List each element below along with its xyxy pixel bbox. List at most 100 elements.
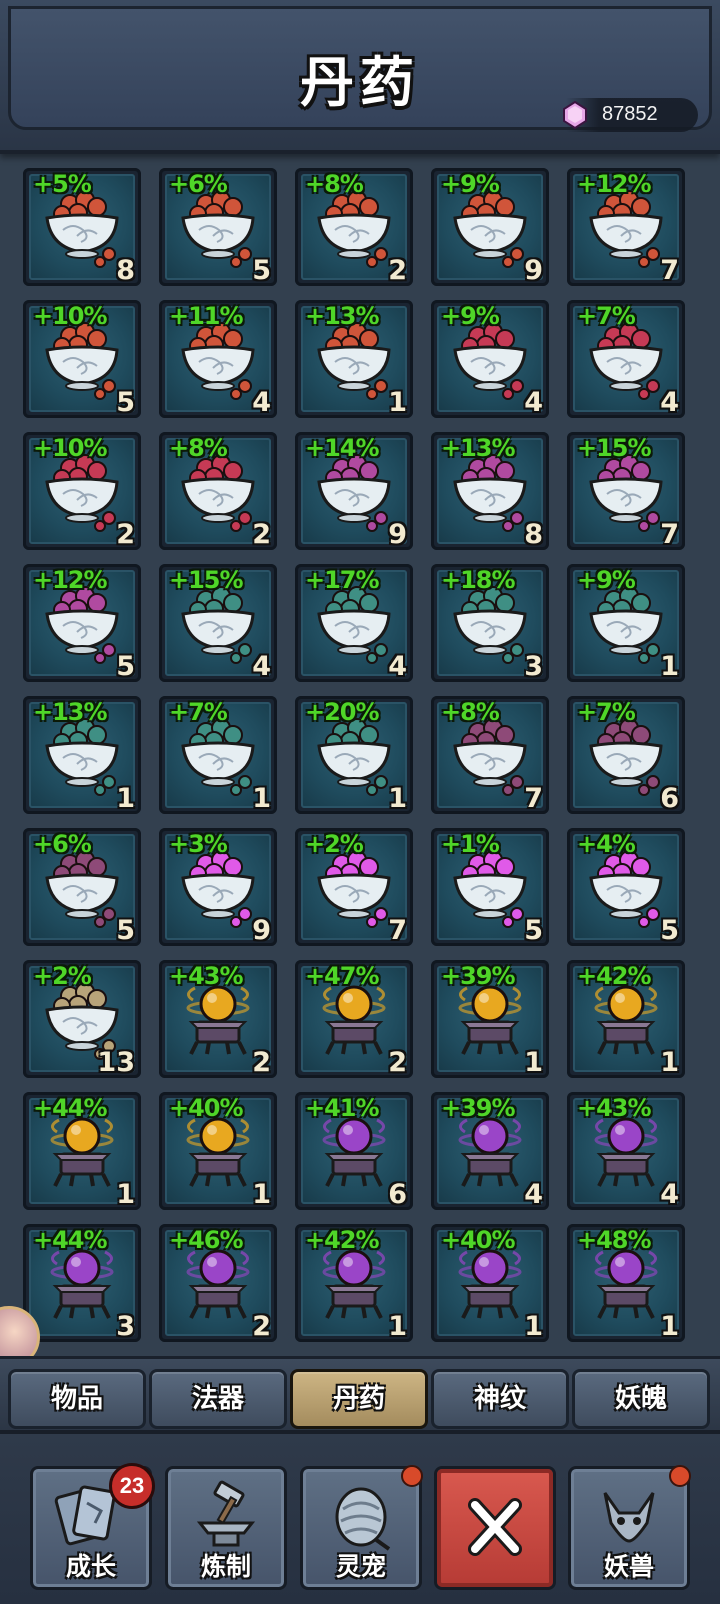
notification-dot [401,1465,423,1487]
pill-slot[interactable]: +41% 6 [295,1092,413,1210]
pill-slot[interactable]: +11% 4 [159,300,277,418]
pill-slot[interactable]: +47% 2 [295,960,413,1078]
nav-button-4[interactable]: 妖兽 [568,1465,691,1590]
nav-label: 妖兽 [603,1552,654,1581]
pill-bonus: +1% [441,830,500,858]
pill-slot[interactable]: +7% 4 [567,300,685,418]
pill-bonus: +18% [441,566,516,594]
nav-label: 灵宠 [335,1552,386,1581]
pill-slot[interactable]: +43% 2 [159,960,277,1078]
pill-slot[interactable]: +8% 2 [295,168,413,286]
pill-bonus: +15% [169,566,244,594]
pill-count: 8 [524,519,543,550]
pill-slot[interactable]: +1% 5 [431,828,549,946]
currency-display: 87852 [563,98,698,132]
pill-slot[interactable]: +8% 2 [159,432,277,550]
pill-slot[interactable]: +9% 4 [431,300,549,418]
pill-slot[interactable]: +12% 7 [567,168,685,286]
pill-slot[interactable]: +39% 1 [431,960,549,1078]
pill-slot[interactable]: +42% 1 [295,1224,413,1342]
pill-slot[interactable]: +48% 1 [567,1224,685,1342]
pill-bonus: +8% [441,698,500,726]
pill-count: 1 [388,1311,407,1342]
pill-slot[interactable]: +40% 1 [431,1224,549,1342]
tab-3[interactable]: 神纹 [431,1369,569,1429]
pill-slot[interactable]: +4% 5 [567,828,685,946]
pill-slot[interactable]: +44% 3 [23,1224,141,1342]
pill-count: 7 [660,519,679,550]
pill-count: 9 [524,255,543,286]
pill-count: 3 [524,651,543,682]
pill-slot[interactable]: +13% 8 [431,432,549,550]
pill-count: 1 [388,387,407,418]
pill-slot[interactable]: +39% 4 [431,1092,549,1210]
tab-0[interactable]: 物品 [8,1369,146,1429]
purple-gem-icon [563,101,587,129]
pill-count: 1 [524,1311,543,1342]
anvil-hammer-icon [186,1479,266,1553]
pill-slot[interactable]: +18% 3 [431,564,549,682]
pill-bonus: +6% [33,830,92,858]
close-icon [455,1491,535,1565]
pill-slot[interactable]: +44% 1 [23,1092,141,1210]
pill-bonus: +12% [577,170,652,198]
nav-button-2[interactable]: 灵宠 [300,1465,423,1590]
pill-slot[interactable]: +14% 9 [295,432,413,550]
pill-bonus: +44% [33,1226,108,1254]
tab-4[interactable]: 妖魄 [572,1369,710,1429]
pill-bonus: +2% [305,830,364,858]
tab-2[interactable]: 丹药 [290,1369,428,1429]
pill-slot[interactable]: +7% 6 [567,696,685,814]
pill-count: 4 [660,1179,679,1210]
pill-count: 4 [524,387,543,418]
pill-slot[interactable]: +40% 1 [159,1092,277,1210]
pill-bonus: +40% [441,1226,516,1254]
nav-button-1[interactable]: 炼制 [165,1466,287,1590]
pill-count: 4 [252,651,271,682]
pill-slot[interactable]: +2% 13 [23,960,141,1078]
nav-label: 成长 [65,1552,116,1581]
pill-slot[interactable]: +3% 9 [159,828,277,946]
close-button[interactable] [434,1466,556,1590]
pill-slot[interactable]: +5% 8 [23,168,141,286]
pill-slot[interactable]: +6% 5 [159,168,277,286]
pill-count: 3 [116,1311,135,1342]
pill-bonus: +4% [577,830,636,858]
pill-count: 4 [660,387,679,418]
pill-slot[interactable]: +42% 1 [567,960,685,1078]
pill-slot[interactable]: +7% 1 [159,696,277,814]
pill-count: 1 [388,783,407,814]
notification-badge: 23 [109,1463,155,1509]
pill-count: 5 [116,915,135,946]
pill-count: 1 [116,783,135,814]
pill-bonus: +11% [169,302,244,330]
pill-count: 1 [660,1311,679,1342]
pill-slot[interactable]: +15% 4 [159,564,277,682]
tab-1[interactable]: 法器 [149,1369,287,1429]
pill-slot[interactable]: +9% 1 [567,564,685,682]
pill-bonus: +7% [577,302,636,330]
pill-slot[interactable]: +43% 4 [567,1092,685,1210]
pill-slot[interactable]: +46% 2 [159,1224,277,1342]
pill-bonus: +9% [441,170,500,198]
pill-count: 5 [252,255,271,286]
pill-slot[interactable]: +13% 1 [23,696,141,814]
pill-count: 1 [524,1047,543,1078]
pill-slot[interactable]: +10% 2 [23,432,141,550]
pill-slot[interactable]: +2% 7 [295,828,413,946]
pill-slot[interactable]: +15% 7 [567,432,685,550]
pill-slot[interactable]: +12% 5 [23,564,141,682]
pill-count: 2 [252,1311,271,1342]
pill-bonus: +47% [305,962,380,990]
pill-slot[interactable]: +8% 7 [431,696,549,814]
pill-bonus: +6% [169,170,228,198]
pill-slot[interactable]: +17% 4 [295,564,413,682]
pill-slot[interactable]: +9% 9 [431,168,549,286]
pill-slot[interactable]: +13% 1 [295,300,413,418]
pill-slot[interactable]: +10% 5 [23,300,141,418]
nav-button-0[interactable]: 成长 23 [30,1463,155,1590]
pill-slot[interactable]: +6% 5 [23,828,141,946]
pill-bonus: +44% [33,1094,108,1122]
pill-bonus: +13% [305,302,380,330]
pill-slot[interactable]: +20% 1 [295,696,413,814]
